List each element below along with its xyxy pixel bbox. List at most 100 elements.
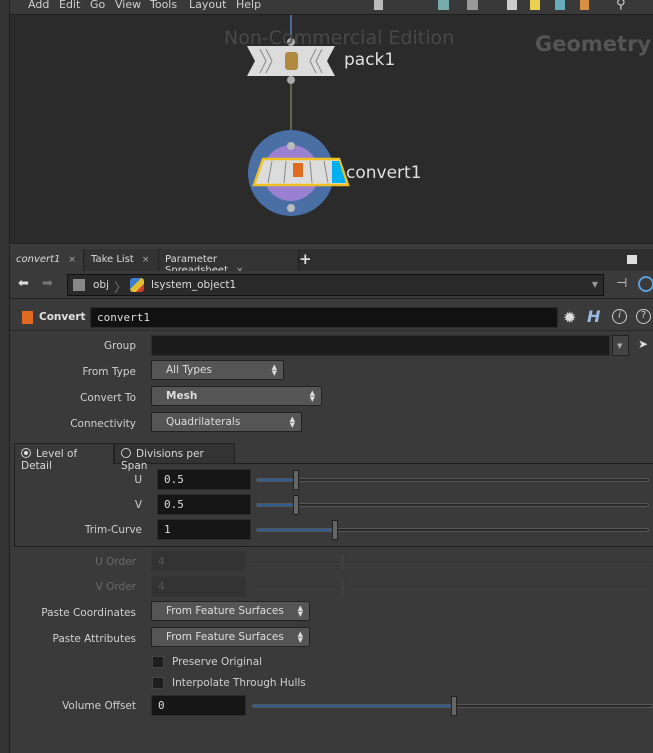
- link-icon[interactable]: [638, 276, 653, 292]
- node-type-label: Convert: [39, 311, 86, 323]
- slider-handle[interactable]: [451, 696, 457, 716]
- menu-edit[interactable]: Edit: [59, 0, 80, 11]
- connectivity-value: Quadrilaterals: [166, 416, 241, 428]
- context-label: Geometry: [535, 32, 652, 56]
- info-icon[interactable]: i: [612, 309, 627, 324]
- menu-add[interactable]: Add: [28, 0, 49, 11]
- u-order-field: 4: [151, 551, 246, 572]
- search-icon[interactable]: ⚲: [616, 0, 626, 12]
- v-label: V: [134, 499, 142, 511]
- slider-handle: [339, 577, 345, 597]
- help-h-icon[interactable]: H: [587, 307, 600, 326]
- u-label: U: [134, 474, 142, 486]
- radio-icon: [121, 448, 131, 458]
- updown-arrow-icon: ▲ ▼: [271, 363, 277, 377]
- preserve-original-checkbox[interactable]: [152, 656, 164, 668]
- convert-icon: [293, 163, 303, 177]
- close-icon[interactable]: ×: [68, 255, 76, 265]
- edition-watermark: Non-Commercial Edition: [224, 27, 455, 49]
- slider-handle[interactable]: [293, 470, 299, 490]
- menu-help[interactable]: Help: [236, 0, 261, 11]
- trim-curve-slider[interactable]: [256, 520, 649, 540]
- path-object[interactable]: lsystem_object1: [151, 279, 236, 291]
- v-field[interactable]: 0.5: [157, 494, 251, 515]
- node-label-pack1[interactable]: pack1: [344, 50, 395, 70]
- volume-offset-slider[interactable]: [252, 696, 653, 716]
- menu-layout[interactable]: Layout: [189, 0, 226, 11]
- connectivity-menu[interactable]: Quadrilaterals ▲ ▼: [151, 412, 302, 432]
- updown-arrow-icon: ▲ ▼: [309, 389, 315, 403]
- gear-icon[interactable]: ✹: [563, 308, 576, 327]
- forward-arrow-icon[interactable]: ➡: [42, 276, 53, 291]
- paste-attributes-label: Paste Attributes: [52, 633, 136, 645]
- preserve-original-label: Preserve Original: [172, 656, 263, 668]
- v-order-field: 4: [151, 576, 246, 597]
- menu-go[interactable]: Go: [90, 0, 105, 11]
- interpolate-hulls-label: Interpolate Through Hulls: [172, 677, 306, 689]
- from-type-value: All Types: [166, 364, 212, 376]
- u-order-slider: [252, 552, 653, 572]
- back-arrow-icon[interactable]: ⬅: [18, 276, 29, 291]
- add-image-icon[interactable]: [555, 0, 565, 10]
- convert1-node: [248, 130, 350, 216]
- tab-label: convert1: [16, 254, 61, 265]
- u-order-label: U Order: [95, 556, 136, 568]
- tab-take-list[interactable]: Take List ×: [85, 249, 159, 271]
- close-icon[interactable]: ×: [142, 255, 150, 265]
- convert-to-value: Mesh: [166, 390, 198, 402]
- tab-level-of-detail[interactable]: Level of Detail: [14, 443, 114, 472]
- grid-icon[interactable]: [438, 0, 449, 10]
- pane-tabs: convert1 × Take List × Parameter Spreadshe…: [10, 249, 653, 276]
- layout-icon[interactable]: [374, 0, 383, 10]
- obj-icon: [73, 279, 85, 291]
- node-name-field[interactable]: convert1: [90, 307, 558, 328]
- updown-arrow-icon: ▲ ▼: [297, 604, 303, 618]
- menu-tools[interactable]: Tools: [150, 0, 177, 11]
- chevron-right-icon: 〉: [114, 281, 128, 296]
- tab-convert1[interactable]: convert1 ×: [10, 249, 84, 271]
- updown-arrow-icon: ▲ ▼: [289, 415, 295, 429]
- trim-curve-label: Trim-Curve: [84, 524, 142, 536]
- node-header: Convert convert1 ✹ H i ?: [10, 305, 653, 331]
- path-field[interactable]: obj 〉 lsystem_object1 ▼: [67, 274, 604, 296]
- from-type-menu[interactable]: All Types ▲ ▼: [151, 360, 284, 380]
- pane-menu-icon[interactable]: [627, 255, 637, 264]
- group-dropdown-icon[interactable]: ▼: [612, 335, 629, 356]
- convert-to-menu[interactable]: Mesh ▲ ▼: [151, 386, 322, 406]
- help-icon[interactable]: ?: [636, 309, 651, 324]
- network-editor[interactable]: Non-Commercial Edition Geometry pack1 co…: [10, 15, 653, 244]
- menu-view[interactable]: View: [115, 0, 141, 11]
- volume-offset-label: Volume Offset: [62, 700, 136, 712]
- pin-icon[interactable]: ⊣: [616, 276, 627, 291]
- pack-icon: [285, 52, 298, 70]
- slider-handle[interactable]: [293, 495, 299, 515]
- interpolate-hulls-checkbox[interactable]: [152, 677, 164, 689]
- sticky-note-icon[interactable]: [530, 0, 540, 10]
- left-shelf-strip: [0, 0, 10, 753]
- v-slider[interactable]: [256, 495, 649, 515]
- slider-handle[interactable]: [332, 520, 338, 540]
- tree-icon[interactable]: [467, 0, 478, 10]
- dropdown-arrow-icon[interactable]: ▼: [592, 280, 598, 289]
- volume-offset-field[interactable]: 0: [151, 695, 246, 716]
- u-slider[interactable]: [256, 470, 649, 490]
- u-field[interactable]: 0.5: [157, 469, 251, 490]
- node-label-convert1[interactable]: convert1: [346, 163, 422, 183]
- convert-node-icon[interactable]: [22, 311, 33, 324]
- color-icon[interactable]: [580, 0, 589, 10]
- v-order-slider: [252, 577, 653, 597]
- network-box-icon[interactable]: [507, 0, 517, 10]
- trim-curve-field[interactable]: 1: [157, 519, 251, 540]
- updown-arrow-icon: ▲ ▼: [297, 630, 303, 644]
- tab-parameter-spreadsheet[interactable]: Parameter Spreadsheet×: [159, 249, 299, 276]
- group-field[interactable]: [151, 335, 610, 356]
- path-bar: ⬅ ➡ obj 〉 lsystem_object1 ▼ ⊣: [10, 271, 653, 299]
- add-tab-button[interactable]: +: [299, 250, 312, 268]
- select-arrow-icon[interactable]: ➤: [638, 337, 648, 351]
- tab-divisions-per-span[interactable]: Divisions per Span: [114, 443, 235, 472]
- path-obj[interactable]: obj: [93, 279, 109, 291]
- paste-coordinates-value: From Feature Surfaces: [166, 605, 284, 617]
- paste-attributes-menu[interactable]: From Feature Surfaces ▲ ▼: [151, 627, 310, 647]
- paste-coordinates-menu[interactable]: From Feature Surfaces ▲ ▼: [151, 601, 310, 621]
- network-menubar: Add Edit Go View Tools Layout Help ⚲: [10, 0, 653, 15]
